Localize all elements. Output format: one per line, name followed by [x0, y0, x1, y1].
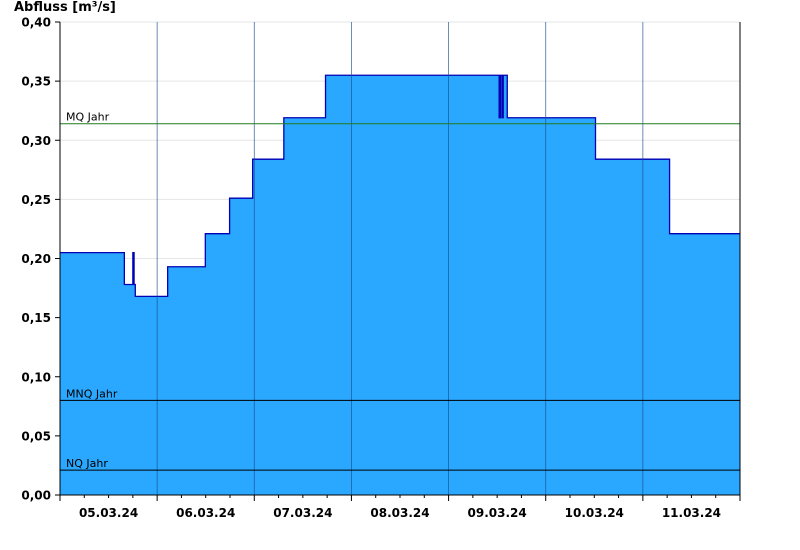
- y-tick-label: 0,20: [21, 252, 51, 266]
- y-tick-label: 0,05: [21, 429, 51, 443]
- ref-label-mnq-jahr: MNQ Jahr: [66, 387, 118, 400]
- discharge-area: [60, 75, 740, 496]
- y-tick-label: 0,35: [21, 75, 51, 89]
- y-tick-label: 0,10: [21, 370, 51, 384]
- x-tick-label: 08.03.24: [370, 506, 429, 520]
- y-tick-label: 0,00: [21, 489, 51, 503]
- ref-label-nq-jahr: NQ Jahr: [66, 457, 108, 470]
- x-tick-label: 06.03.24: [176, 506, 235, 520]
- discharge-chart: MQ Jahr MNQ Jahr NQ Jahr 0,00 0,05 0,10 0,15 0,…: [21, 16, 741, 520]
- x-tick-label: 11.03.24: [662, 506, 721, 520]
- y-tick-label: 0,15: [21, 311, 51, 325]
- x-tick-label: 07.03.24: [273, 506, 332, 520]
- y-tick-label: 0,30: [21, 134, 51, 148]
- y-tick-label: 0,40: [21, 16, 51, 30]
- x-tick-label: 10.03.24: [565, 506, 624, 520]
- y-tick-label: 0,25: [21, 193, 51, 207]
- x-tick-label: 09.03.24: [468, 506, 527, 520]
- ref-label-mq-jahr: MQ Jahr: [66, 111, 110, 124]
- x-tick-label: 05.03.24: [79, 506, 138, 520]
